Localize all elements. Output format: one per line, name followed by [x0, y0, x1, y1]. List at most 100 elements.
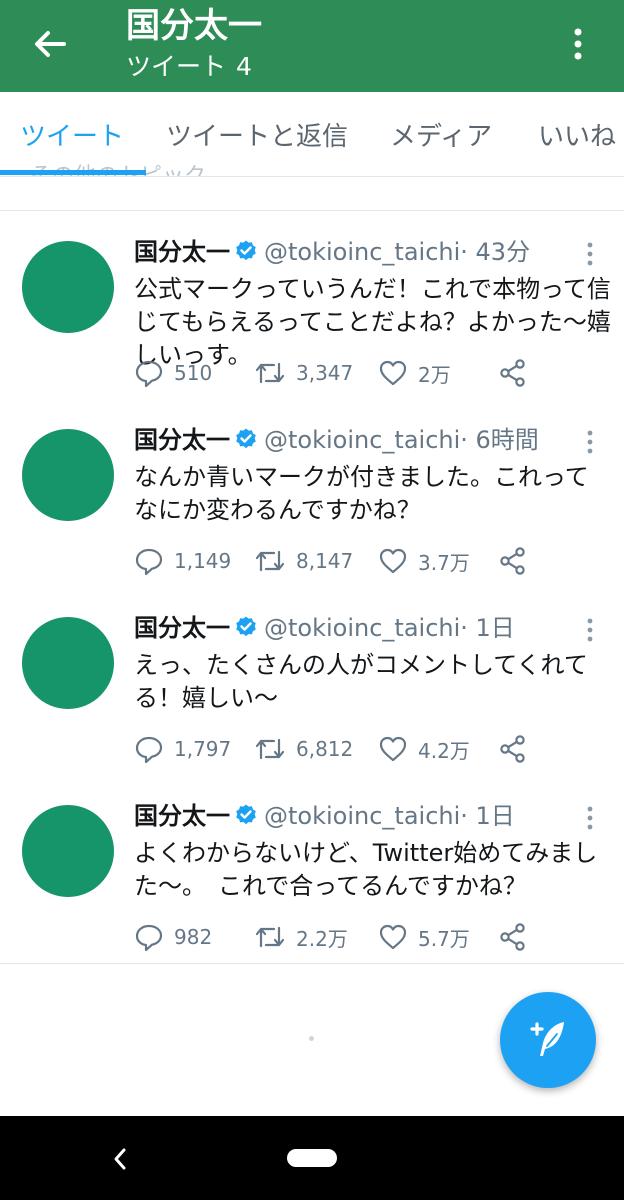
- retweet-button[interactable]: 6,812: [254, 731, 353, 767]
- like-button[interactable]: 3.7万: [378, 543, 470, 579]
- like-count: 4.2万: [418, 738, 470, 763]
- avatar[interactable]: [22, 805, 114, 897]
- tweet-menu-icon[interactable]: [584, 617, 596, 643]
- tweet-handle[interactable]: @tokioinc_taichi: [264, 238, 460, 266]
- retweet-button[interactable]: 8,147: [254, 543, 353, 579]
- tweet-header: 国分太一 @tokioinc_taichi· 1日: [134, 613, 515, 643]
- tweet-menu-icon[interactable]: [584, 241, 596, 267]
- avatar[interactable]: [22, 429, 114, 521]
- reply-count: 1,149: [174, 549, 232, 573]
- tweet-author-name[interactable]: 国分太一: [134, 614, 230, 642]
- compose-button[interactable]: [500, 992, 596, 1088]
- retweet-icon: [255, 926, 285, 948]
- tweet-count-label: ツイート: [126, 52, 227, 81]
- like-count: 2万: [418, 362, 451, 387]
- tab-indicator: [0, 170, 146, 175]
- tweet-time: · 1日: [460, 802, 515, 830]
- tweet-actions: 1,149 8,147 3.7万: [134, 543, 604, 579]
- scroll-indicator-dot: [309, 1036, 314, 1041]
- tweet-text: よくわからないけど、Twitter始めてみました〜。 これで合ってるんですかね？: [134, 839, 598, 900]
- tab-tweets-and-replies[interactable]: ツイートと返信: [166, 116, 348, 153]
- verified-badge-icon: [236, 240, 256, 261]
- tweet-author-name[interactable]: 国分太一: [134, 426, 230, 454]
- tweet-header: 国分太一 @tokioinc_taichi· 43分: [134, 237, 530, 267]
- heart-icon: [379, 360, 407, 386]
- heart-icon: [379, 548, 407, 574]
- retweet-icon: [255, 362, 285, 384]
- reply-button[interactable]: 982: [134, 919, 212, 955]
- reply-icon: [135, 548, 163, 576]
- tweet-header: 国分太一 @tokioinc_taichi· 1日: [134, 801, 515, 831]
- like-button[interactable]: 4.2万: [378, 731, 470, 767]
- reply-button[interactable]: 1,797: [134, 731, 231, 767]
- system-back-icon[interactable]: [108, 1142, 132, 1176]
- share-button[interactable]: [498, 731, 538, 767]
- tweet-text: えっ、たくさんの人がコメントしてくれてる！嬉しい〜: [134, 651, 588, 712]
- reply-icon: [135, 924, 163, 952]
- tab-media[interactable]: メディア: [390, 116, 492, 153]
- avatar[interactable]: [22, 617, 114, 709]
- verified-badge-icon: [236, 428, 256, 449]
- arrow-left-icon[interactable]: [30, 24, 70, 64]
- share-icon: [500, 547, 525, 575]
- tweet-menu-icon[interactable]: [584, 429, 596, 455]
- retweet-icon: [255, 550, 285, 572]
- tweet-text: なんか青いマークが付きました。これってなにか変わるんですかね？: [134, 463, 589, 524]
- tweet[interactable]: 国分太一 @tokioinc_taichi· 1日 えっ、たくさんの人がコメント…: [0, 587, 624, 776]
- tweet[interactable]: 国分太一 @tokioinc_taichi· 6時間 なんか青いマークが付きまし…: [0, 399, 624, 588]
- heart-icon: [379, 924, 407, 950]
- tweet-actions: 982 2.2万 5.7万: [134, 919, 604, 955]
- system-home-button[interactable]: [287, 1149, 337, 1167]
- profile-tabs: その他のトピック ツイート ツイートと返信 メディア いいね: [0, 92, 624, 176]
- tweet-author-name[interactable]: 国分太一: [134, 238, 230, 266]
- header-titles: 国分太一 ツイート 4: [126, 6, 262, 84]
- retweet-count: 6,812: [296, 737, 354, 761]
- tweet-handle[interactable]: @tokioinc_taichi: [264, 426, 460, 454]
- retweet-count: 3,347: [296, 361, 354, 385]
- share-button[interactable]: [498, 355, 538, 391]
- heart-icon: [379, 736, 407, 762]
- tweet-handle[interactable]: @tokioinc_taichi: [264, 614, 460, 642]
- share-button[interactable]: [498, 543, 538, 579]
- tab-likes[interactable]: いいね: [538, 116, 616, 153]
- like-count: 3.7万: [418, 550, 470, 575]
- like-button[interactable]: 5.7万: [378, 919, 470, 955]
- retweet-button[interactable]: 3,347: [254, 355, 353, 391]
- share-icon: [500, 735, 525, 763]
- timeline-gap: [0, 177, 624, 210]
- compose-tweet-icon: [530, 1022, 564, 1056]
- like-button[interactable]: 2万: [378, 355, 451, 391]
- app-bar: 国分太一 ツイート 4: [0, 0, 624, 92]
- verified-badge-icon: [236, 616, 256, 637]
- reply-count: 1,797: [174, 737, 232, 761]
- avatar[interactable]: [22, 241, 114, 333]
- retweet-count: 8,147: [296, 549, 354, 573]
- tab-tweets[interactable]: ツイート: [20, 116, 124, 153]
- more-vert-icon[interactable]: [566, 24, 590, 64]
- tweet-count: ツイート 4: [126, 50, 262, 84]
- tweet[interactable]: 国分太一 @tokioinc_taichi· 1日 よくわからないけど、Twit…: [0, 775, 624, 964]
- like-count: 5.7万: [418, 926, 470, 951]
- tweet-author-name[interactable]: 国分太一: [134, 802, 230, 830]
- reply-count: 510: [174, 361, 213, 385]
- share-icon: [500, 923, 525, 951]
- tweet-time: · 1日: [460, 614, 515, 642]
- tweet-count-value: 4: [236, 52, 252, 81]
- reply-button[interactable]: 510: [134, 355, 212, 391]
- tweet-actions: 1,797 6,812 4.2万: [134, 731, 604, 767]
- reply-button[interactable]: 1,149: [134, 543, 231, 579]
- reply-icon: [135, 736, 163, 764]
- tweet-time: · 43分: [460, 238, 531, 266]
- tweet-handle[interactable]: @tokioinc_taichi: [264, 802, 460, 830]
- share-button[interactable]: [498, 919, 538, 955]
- retweet-count: 2.2万: [296, 926, 348, 951]
- reply-count: 982: [174, 925, 213, 949]
- tweet-actions: 510 3,347 2万: [134, 355, 604, 391]
- retweet-button[interactable]: 2.2万: [254, 919, 348, 955]
- tweet[interactable]: 国分太一 @tokioinc_taichi· 43分 公式マークっていうんだ！こ…: [0, 211, 624, 400]
- profile-name: 国分太一: [126, 6, 262, 46]
- tweet-menu-icon[interactable]: [584, 805, 596, 831]
- retweet-icon: [255, 738, 285, 760]
- reply-icon: [135, 360, 163, 388]
- tweet-header: 国分太一 @tokioinc_taichi· 6時間: [134, 425, 539, 455]
